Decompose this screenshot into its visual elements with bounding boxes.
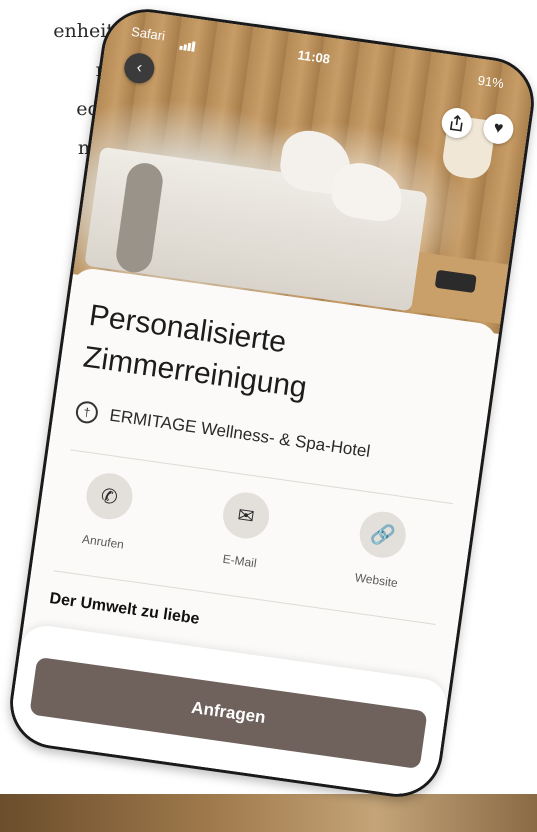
call-label: Anrufen [81,531,125,552]
call-button[interactable]: ✆ Anrufen [57,467,157,555]
link-icon: 🔗 [356,508,409,561]
share-icon [449,114,463,132]
background-wood-surface [0,794,537,832]
envelope-icon: ✉ [220,489,273,542]
contact-actions: ✆ Anrufen ✉ E-Mail 🔗 Website [55,467,451,616]
status-time: 11:08 [296,47,331,67]
status-battery: 91% [476,72,505,92]
email-label: E-Mail [221,551,258,571]
hotel-name: ERMITAGE Wellness- & Spa-Hotel [108,405,372,462]
phone-icon: ✆ [83,470,136,523]
signal-icon [179,35,197,52]
detail-sheet: Personalisierte Zimmerreinigung † ERMITA… [7,266,500,800]
info-icon: † [74,399,100,425]
email-button[interactable]: ✉ E-Mail [194,486,294,574]
section-title: Der Umwelt zu liebe [48,590,201,628]
website-button[interactable]: 🔗 Website [331,506,431,594]
website-label: Website [354,570,399,591]
chevron-left-icon: ‹ [135,58,144,77]
heart-icon: ♥ [492,119,505,138]
